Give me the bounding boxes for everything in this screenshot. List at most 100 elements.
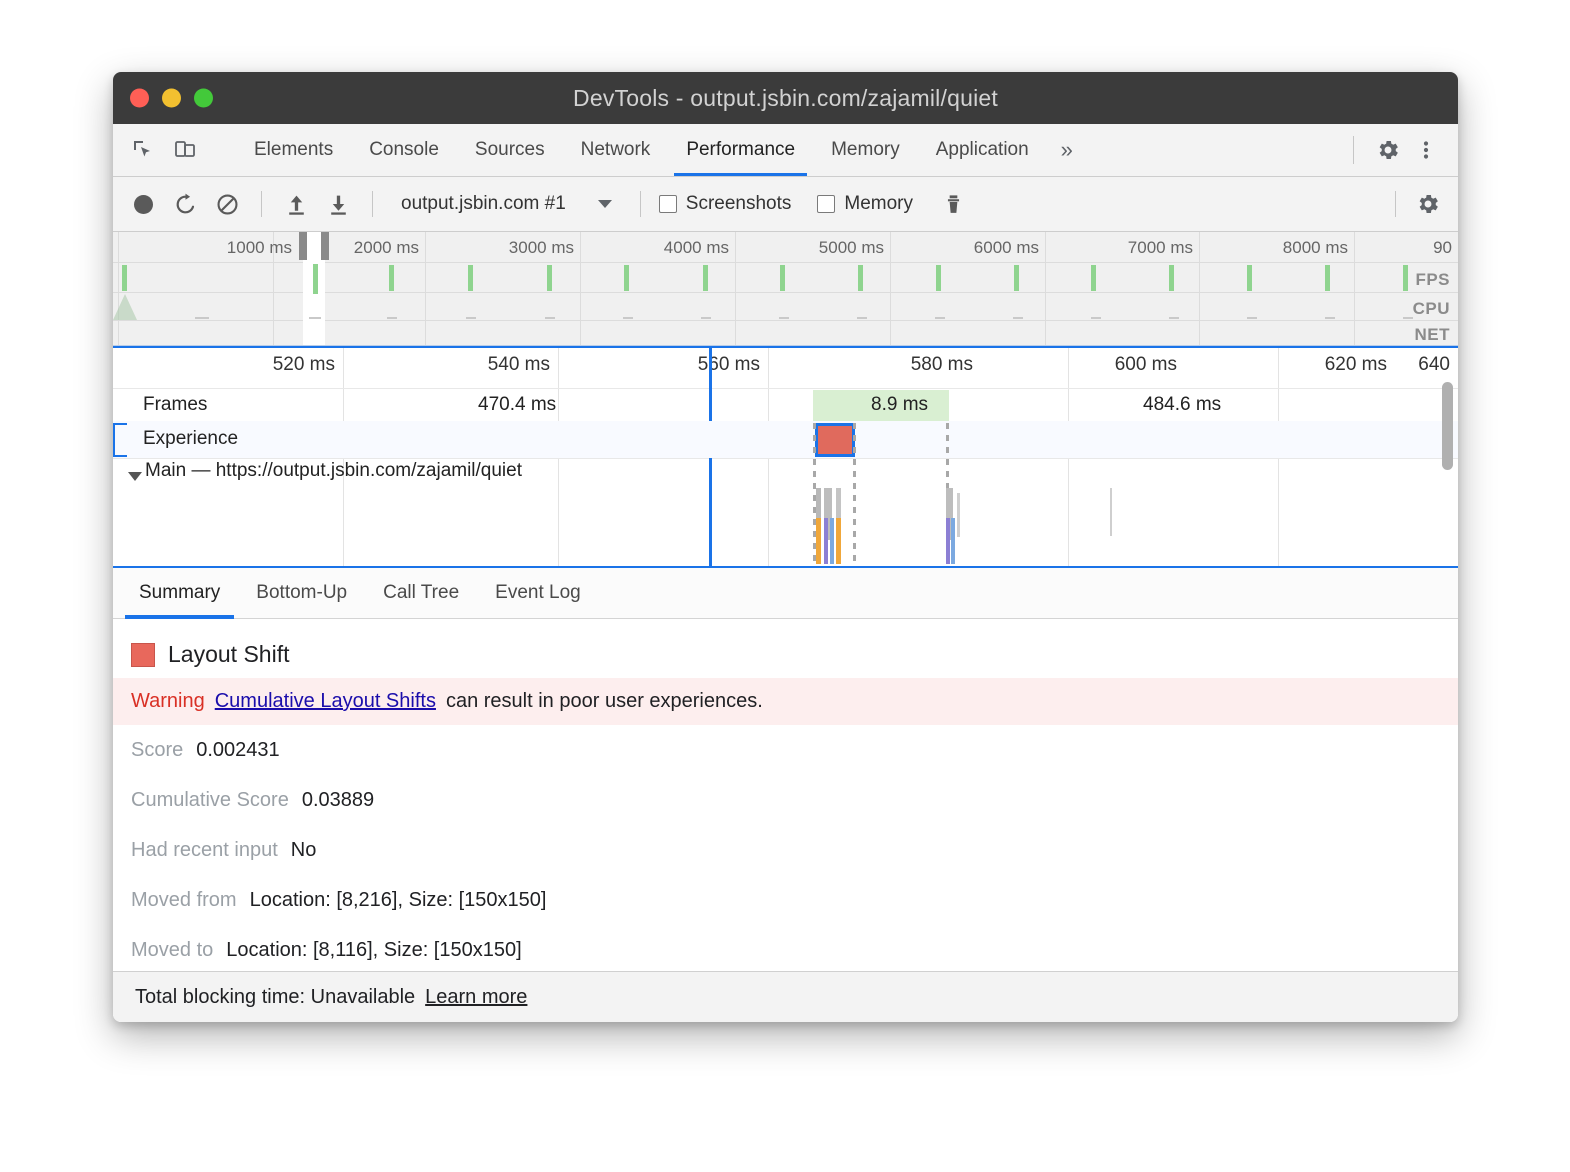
clear-prohibited-icon[interactable]: [211, 188, 243, 220]
detail-value: 0.03889: [302, 789, 374, 812]
overview-tick: 5000 ms: [819, 238, 890, 258]
net-activity-tick: [779, 317, 789, 319]
status-bar: Total blocking time: Unavailable Learn m…: [113, 971, 1458, 1022]
capture-settings-gear-icon[interactable]: [1412, 188, 1444, 220]
more-vertical-icon[interactable]: [1410, 134, 1442, 166]
main-activity-bar[interactable]: [957, 493, 960, 537]
triangle-down-icon[interactable]: [128, 472, 142, 481]
fps-bar: [1091, 265, 1096, 291]
selection-handle-right[interactable]: [321, 232, 329, 260]
main-activity-bar[interactable]: [830, 518, 834, 564]
tab-performance[interactable]: Performance: [668, 124, 813, 176]
inspect-cursor-icon[interactable]: [127, 134, 159, 166]
tab-summary[interactable]: Summary: [121, 568, 238, 618]
fps-bar: [1169, 265, 1174, 291]
experience-track-row[interactable]: Experience: [113, 421, 1458, 458]
learn-more-link[interactable]: Learn more: [425, 986, 527, 1009]
tab-elements[interactable]: Elements: [236, 124, 351, 176]
event-title-row: Layout Shift: [113, 633, 1458, 678]
device-toolbar-icon[interactable]: [169, 134, 201, 166]
event-title: Layout Shift: [168, 641, 289, 668]
fps-bar: [547, 265, 552, 291]
net-activity-tick: [466, 317, 476, 319]
experience-track-selected-bracket: [113, 423, 127, 457]
net-activity-tick: [623, 317, 633, 319]
total-blocking-time-text: Total blocking time: Unavailable: [135, 986, 415, 1009]
layout-shift-event-selected[interactable]: [815, 423, 855, 457]
fps-bar: [1014, 265, 1019, 291]
overview-tick: 2000 ms: [354, 238, 425, 258]
load-profile-up-arrow-icon[interactable]: [280, 188, 312, 220]
main-activity-bar[interactable]: [836, 518, 841, 564]
detail-row-cumulative-score: Cumulative Score 0.03889: [113, 775, 1458, 825]
fps-bar: [122, 265, 127, 291]
overview-tick: 7000 ms: [1128, 238, 1199, 258]
overview-row-label-cpu: CPU: [1413, 299, 1450, 319]
chevron-down-icon[interactable]: [598, 200, 612, 208]
frame-duration[interactable]: 470.4 ms: [478, 394, 556, 416]
frame-duration-selected[interactable]: 8.9 ms: [871, 394, 928, 416]
frame-duration[interactable]: 484.6 ms: [1143, 394, 1221, 416]
fps-bar: [703, 265, 708, 291]
detail-key: Score: [131, 739, 183, 762]
close-button[interactable]: [130, 89, 149, 108]
trash-icon[interactable]: [937, 188, 969, 220]
minimize-button[interactable]: [162, 89, 181, 108]
main-activity-bar[interactable]: [946, 518, 950, 564]
fps-bar: [624, 265, 629, 291]
overview-row-label-net: NET: [1415, 325, 1451, 345]
detail-row-had-recent-input: Had recent input No: [113, 825, 1458, 875]
tab-console[interactable]: Console: [351, 124, 457, 176]
save-profile-down-arrow-icon[interactable]: [322, 188, 354, 220]
summary-content: Layout Shift Warning Cumulative Layout S…: [113, 619, 1458, 971]
memory-checkbox-box[interactable]: [817, 195, 835, 213]
overview-tick: 6000 ms: [974, 238, 1045, 258]
detail-key: Cumulative Score: [131, 789, 289, 812]
perfbar-divider-3: [640, 191, 641, 217]
overview-row-label-fps: FPS: [1415, 270, 1450, 290]
main-activity-bar[interactable]: [816, 518, 821, 564]
detail-row-score: Score 0.002431: [113, 725, 1458, 775]
tab-application[interactable]: Application: [918, 124, 1047, 176]
record-circle-icon[interactable]: [127, 188, 159, 220]
fps-bar: [1403, 265, 1408, 291]
main-activity-bar[interactable]: [951, 518, 955, 564]
tab-bottom-up[interactable]: Bottom-Up: [238, 568, 365, 618]
tab-network[interactable]: Network: [563, 124, 669, 176]
fps-bar: [858, 265, 863, 291]
screenshots-checkbox-box[interactable]: [659, 195, 677, 213]
flamechart-tick: 580 ms: [911, 354, 981, 376]
maximize-button[interactable]: [194, 89, 213, 108]
devtools-window: DevTools - output.jsbin.com/zajamil/quie…: [113, 72, 1458, 1022]
flamechart-tick: 620 ms: [1325, 354, 1395, 376]
main-activity-bar[interactable]: [1110, 488, 1112, 536]
flamechart-tick: 640: [1418, 354, 1458, 376]
tab-call-tree[interactable]: Call Tree: [365, 568, 477, 618]
overview-tick: 1000 ms: [227, 238, 298, 258]
more-tabs-chevron-icon[interactable]: »: [1047, 124, 1087, 176]
fps-bar: [780, 265, 785, 291]
net-activity-tick: [857, 317, 867, 319]
net-activity-tick: [1403, 317, 1413, 319]
window-titlebar: DevTools - output.jsbin.com/zajamil/quie…: [113, 72, 1458, 124]
tab-event-log[interactable]: Event Log: [477, 568, 599, 618]
overview-timeline[interactable]: 1000 ms 2000 ms 3000 ms 4000 ms 5000 ms …: [113, 232, 1458, 346]
flamechart-scrollbar-thumb[interactable]: [1442, 382, 1453, 470]
gear-icon[interactable]: [1372, 134, 1404, 166]
screenshots-checkbox[interactable]: Screenshots: [659, 193, 792, 215]
profile-selector-value[interactable]: output.jsbin.com #1: [401, 193, 566, 215]
main-track-label[interactable]: Main — https://output.jsbin.com/zajamil/…: [145, 460, 522, 482]
overview-tick: 3000 ms: [509, 238, 580, 258]
tab-memory[interactable]: Memory: [813, 124, 918, 176]
flamechart-tick: 600 ms: [1115, 354, 1185, 376]
flamechart[interactable]: 520 ms 540 ms 560 ms 580 ms 600 ms 620 m…: [113, 346, 1458, 568]
main-activity-bar[interactable]: [824, 518, 828, 564]
selection-handle-left[interactable]: [299, 232, 307, 260]
tabbar-left-icons: [113, 124, 236, 176]
tab-sources[interactable]: Sources: [457, 124, 563, 176]
cumulative-layout-shifts-link[interactable]: Cumulative Layout Shifts: [215, 690, 436, 713]
details-pane: Summary Bottom-Up Call Tree Event Log La…: [113, 568, 1458, 1022]
memory-checkbox[interactable]: Memory: [817, 193, 913, 215]
reload-record-icon[interactable]: [169, 188, 201, 220]
devtools-tabbar: Elements Console Sources Network Perform…: [113, 124, 1458, 177]
